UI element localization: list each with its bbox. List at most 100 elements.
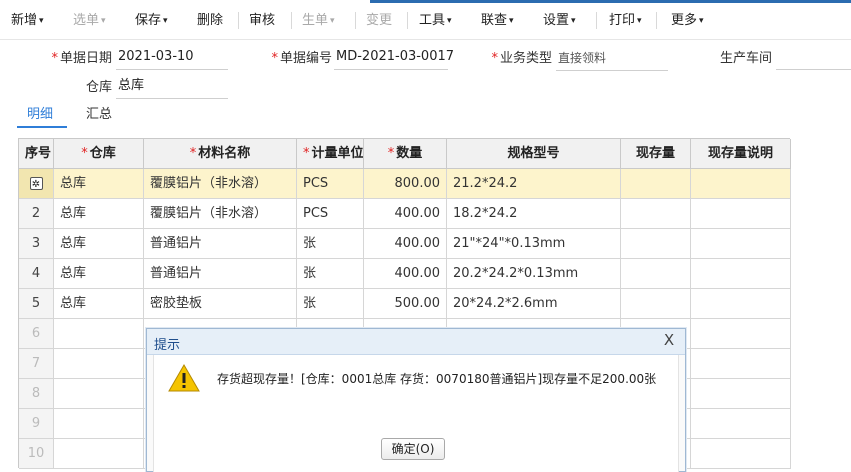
cell-warehouse[interactable]: 总库: [54, 229, 144, 259]
cell-warehouse[interactable]: [54, 379, 144, 409]
cell-spec[interactable]: 20*24.2*2.6mm: [447, 289, 621, 319]
cell-warehouse[interactable]: 总库: [54, 199, 144, 229]
cell-stock-qty[interactable]: [621, 199, 691, 229]
ok-button[interactable]: 确定(O): [381, 438, 445, 460]
warehouse-label: 仓库: [85, 80, 112, 95]
cell-seq[interactable]: 2: [19, 199, 54, 229]
column-header-label: 材料名称: [198, 146, 251, 161]
cell-warehouse[interactable]: [54, 409, 144, 439]
cell-quantity[interactable]: 400.00: [364, 229, 447, 259]
toolbar-separator: [291, 12, 292, 29]
cell-seq[interactable]: 4: [19, 259, 54, 289]
cell-spec[interactable]: 21"*24"*0.13mm: [447, 229, 621, 259]
cell-unit[interactable]: PCS: [297, 199, 364, 229]
table-row[interactable]: 4 总库 普通铝片张 400.00 20.2*24.2*0.13mm: [19, 259, 791, 289]
cell-unit[interactable]: 张: [297, 229, 364, 259]
link-query-menu-button[interactable]: 联查 ▾: [481, 12, 514, 30]
column-header-label: 现存量说明: [707, 146, 773, 161]
table-row[interactable]: 3 总库 普通铝片张 400.00 21"*24"*0.13mm: [19, 229, 791, 259]
cell-material-name[interactable]: 覆膜铝片（非水溶）: [144, 169, 297, 199]
cell-material-name[interactable]: 普通铝片: [144, 229, 297, 259]
date-label: * 单据日期: [51, 51, 112, 66]
column-header-spec[interactable]: 规格型号: [447, 139, 621, 169]
tools-menu-button[interactable]: 工具 ▾: [419, 12, 452, 30]
cell-material-name[interactable]: 普通铝片: [144, 259, 297, 289]
table-row[interactable]: ✲ 总库 覆膜铝片（非水溶） PCS 800.00 21.2*24.2: [19, 169, 791, 199]
column-header-label: 规格型号: [507, 146, 560, 161]
column-header-stock-note[interactable]: 现存量说明: [691, 139, 791, 169]
cell-stock-note[interactable]: [691, 319, 791, 349]
column-header-material-name[interactable]: * 材料名称: [144, 139, 297, 169]
cell-stock-note[interactable]: [691, 439, 791, 469]
cell-stock-qty[interactable]: [621, 229, 691, 259]
cell-seq[interactable]: 3: [19, 229, 54, 259]
gear-icon[interactable]: ✲: [29, 177, 43, 190]
cell-seq[interactable]: 9: [19, 409, 54, 439]
generate-menu-button[interactable]: 生单 ▾: [302, 12, 335, 30]
cell-seq[interactable]: 10: [19, 439, 54, 469]
delete-menu-button[interactable]: 删除: [197, 12, 223, 30]
cell-warehouse[interactable]: [54, 349, 144, 379]
cell-stock-note[interactable]: [691, 409, 791, 439]
cell-stock-qty[interactable]: [621, 289, 691, 319]
cell-seq[interactable]: ✲: [19, 169, 54, 199]
cell-warehouse[interactable]: [54, 439, 144, 469]
new-menu-button[interactable]: 新增 ▾: [11, 12, 44, 30]
workshop-field[interactable]: [776, 48, 851, 70]
cell-warehouse[interactable]: [54, 319, 144, 349]
cell-spec[interactable]: 21.2*24.2: [447, 169, 621, 199]
table-row[interactable]: 2 总库 覆膜铝片（非水溶） PCS 400.00 18.2*24.2: [19, 199, 791, 229]
column-header-unit[interactable]: * 计量单位: [297, 139, 364, 169]
cell-warehouse[interactable]: 总库: [54, 259, 144, 289]
cell-stock-note[interactable]: [691, 199, 791, 229]
cell-quantity[interactable]: 800.00: [364, 169, 447, 199]
tab-detail[interactable]: 明细: [27, 106, 53, 124]
save-menu-button[interactable]: 保存 ▾: [135, 12, 168, 30]
cell-seq[interactable]: 6: [19, 319, 54, 349]
cell-spec[interactable]: 20.2*24.2*0.13mm: [447, 259, 621, 289]
cell-stock-qty[interactable]: [621, 259, 691, 289]
close-icon[interactable]: X: [661, 331, 677, 349]
cell-stock-qty[interactable]: [621, 169, 691, 199]
biztype-field[interactable]: 直接领料: [556, 49, 668, 71]
select-menu-button[interactable]: 选单 ▾: [73, 12, 106, 30]
cell-stock-note[interactable]: [691, 169, 791, 199]
cell-seq[interactable]: 5: [19, 289, 54, 319]
cell-stock-note[interactable]: [691, 259, 791, 289]
cell-quantity[interactable]: 400.00: [364, 259, 447, 289]
cell-seq[interactable]: 8: [19, 379, 54, 409]
tab-summary[interactable]: 汇总: [86, 106, 112, 124]
column-header-quantity[interactable]: * 数量: [364, 139, 447, 169]
cell-unit[interactable]: PCS: [297, 169, 364, 199]
cell-material-name[interactable]: 覆膜铝片（非水溶）: [144, 199, 297, 229]
cell-unit[interactable]: 张: [297, 289, 364, 319]
cell-stock-note[interactable]: [691, 349, 791, 379]
cell-material-name[interactable]: 密胶垫板: [144, 289, 297, 319]
date-field[interactable]: 2021-03-10: [116, 48, 228, 70]
column-header-seq[interactable]: 序号: [19, 139, 54, 169]
more-menu-button[interactable]: 更多 ▾: [671, 12, 704, 30]
cell-seq[interactable]: 7: [19, 349, 54, 379]
cell-quantity[interactable]: 400.00: [364, 199, 447, 229]
new-menu-label: 新增: [11, 13, 38, 28]
cell-stock-note[interactable]: [691, 229, 791, 259]
column-header-stock-qty[interactable]: 现存量: [621, 139, 691, 169]
dialog-header: 提示 X: [147, 329, 685, 355]
column-header-label: 仓库: [89, 146, 116, 161]
print-menu-button[interactable]: 打印 ▾: [609, 12, 642, 30]
cell-warehouse[interactable]: 总库: [54, 289, 144, 319]
cell-warehouse[interactable]: 总库: [54, 169, 144, 199]
cell-stock-note[interactable]: [691, 289, 791, 319]
warehouse-field[interactable]: 总库: [116, 77, 228, 99]
settings-menu-button[interactable]: 设置 ▾: [543, 12, 576, 30]
change-menu-button[interactable]: 变更: [366, 12, 392, 30]
cell-spec[interactable]: 18.2*24.2: [447, 199, 621, 229]
cell-stock-note[interactable]: [691, 379, 791, 409]
cell-unit[interactable]: 张: [297, 259, 364, 289]
docno-field[interactable]: MD-2021-03-0017: [334, 48, 454, 70]
table-row[interactable]: 5 总库 密胶垫板张 500.00 20*24.2*2.6mm: [19, 289, 791, 319]
column-header-warehouse[interactable]: * 仓库: [54, 139, 144, 169]
cell-quantity[interactable]: 500.00: [364, 289, 447, 319]
audit-menu-button[interactable]: 审核: [249, 12, 275, 30]
toolbar-separator: [656, 12, 657, 29]
